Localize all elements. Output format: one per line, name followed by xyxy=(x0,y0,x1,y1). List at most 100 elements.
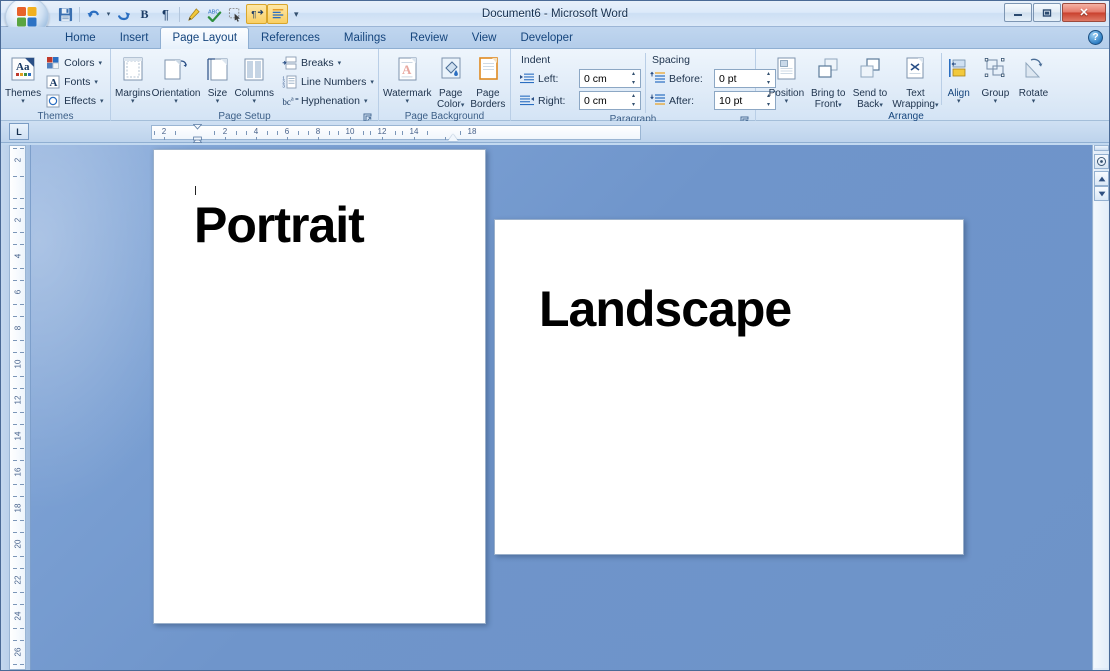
tab-references[interactable]: References xyxy=(249,27,332,48)
portrait-page[interactable]: Portrait xyxy=(153,149,486,624)
indent-left-stepper[interactable]: ▴ ▾ xyxy=(628,71,639,86)
watermark-icon: A xyxy=(391,55,423,87)
landscape-page-text[interactable]: Landscape xyxy=(539,280,791,338)
indent-column: Indent Left: xyxy=(515,53,645,113)
vertical-ruler[interactable]: 2 2 4 6 8 10 12 xyxy=(9,145,26,670)
themes-icon: Aa xyxy=(7,55,39,87)
chevron-down-icon: ▾ xyxy=(98,59,102,67)
line-numbers-button[interactable]: 1 2 3 Line Numbers ▾ xyxy=(279,73,377,91)
previous-page-button[interactable] xyxy=(1094,171,1109,186)
right-indent-marker[interactable] xyxy=(448,134,458,141)
tab-view[interactable]: View xyxy=(460,27,509,48)
spacing-after-label: After: xyxy=(669,95,711,107)
close-button[interactable]: ✕ xyxy=(1062,3,1106,22)
line-numbers-icon: 1 2 3 xyxy=(282,74,298,90)
ribbon-group-page-setup: Margins ▾ Orientation ▾ xyxy=(111,49,379,121)
spin-down-icon[interactable]: ▾ xyxy=(632,102,635,108)
portrait-page-text[interactable]: Portrait xyxy=(194,196,364,254)
indent-left-input[interactable]: 0 cm ▴ ▾ xyxy=(579,69,641,88)
chevron-down-icon: ▾ xyxy=(94,78,98,86)
horizontal-ruler[interactable]: 2 2 4 6 8 10 12 14 18 xyxy=(151,125,641,140)
bring-to-front-button[interactable]: Bring to Front▾ xyxy=(808,53,849,110)
themes-button[interactable]: Aa Themes ▾ xyxy=(5,53,41,105)
columns-button[interactable]: Columns ▾ xyxy=(235,53,274,105)
vruler-num-7: 14 xyxy=(13,432,22,441)
indent-right-stepper[interactable]: ▴ ▾ xyxy=(628,93,639,108)
document-canvas[interactable]: 2 2 4 6 8 10 12 xyxy=(1,145,1109,670)
first-line-indent-marker[interactable] xyxy=(193,124,202,143)
bring-to-front-label-2: Front▾ xyxy=(815,99,842,110)
vruler-num-13: 26 xyxy=(13,648,22,657)
bring-to-front-label-2-text: Front xyxy=(815,99,838,110)
page-color-label-1: Page xyxy=(439,88,462,99)
theme-colors-button[interactable]: Colors ▾ xyxy=(42,54,106,72)
hruler-num-2: 4 xyxy=(254,127,258,136)
align-button[interactable]: Align ▾ xyxy=(941,53,976,105)
text-wrapping-button[interactable]: Text Wrapping▾ xyxy=(891,53,939,110)
watermark-button[interactable]: A Watermark ▾ xyxy=(383,53,432,105)
tab-home[interactable]: Home xyxy=(53,27,108,48)
vertical-scrollbar[interactable] xyxy=(1092,145,1109,670)
ribbon-group-paragraph: Indent Left: xyxy=(511,49,756,121)
send-to-back-label-2: Back▾ xyxy=(857,99,883,110)
landscape-page[interactable]: Landscape xyxy=(494,219,964,555)
spacing-after-icon xyxy=(650,93,666,109)
effects-icon xyxy=(45,93,61,109)
orientation-button[interactable]: Orientation ▾ xyxy=(152,53,201,105)
position-button[interactable]: Position ▾ xyxy=(766,53,807,105)
tab-stop-selector[interactable]: L xyxy=(9,123,29,140)
minimize-button[interactable] xyxy=(1004,3,1032,22)
scrollbar-track[interactable] xyxy=(1094,201,1108,668)
rotate-button[interactable]: Rotate ▾ xyxy=(1015,53,1052,105)
svg-text:Aa: Aa xyxy=(16,61,30,73)
send-to-back-label-2-text: Back xyxy=(857,99,879,110)
horizontal-ruler-row: L 2 2 4 6 8 10 12 14 18 xyxy=(1,121,1109,143)
bring-to-front-icon xyxy=(812,55,844,87)
next-page-button[interactable] xyxy=(1094,186,1109,201)
tab-review[interactable]: Review xyxy=(398,27,460,48)
hruler-num-1: 2 xyxy=(223,127,227,136)
indent-right-label: Right: xyxy=(538,95,576,107)
indent-right-input[interactable]: 0 cm ▴ ▾ xyxy=(579,91,641,110)
margins-button[interactable]: Margins ▾ xyxy=(115,53,151,105)
tab-mailings[interactable]: Mailings xyxy=(332,27,398,48)
chevron-down-icon: ▾ xyxy=(785,99,789,105)
svg-text:A: A xyxy=(50,77,58,89)
help-icon[interactable]: ? xyxy=(1088,30,1103,45)
page-borders-label-1: Page xyxy=(476,88,499,99)
vruler-num-2: 4 xyxy=(13,254,22,258)
spin-down-icon[interactable]: ▾ xyxy=(632,80,635,86)
spin-up-icon[interactable]: ▴ xyxy=(632,71,635,77)
breaks-button[interactable]: Breaks ▾ xyxy=(279,54,377,72)
svg-text:A: A xyxy=(402,62,412,77)
restore-button[interactable] xyxy=(1033,3,1061,22)
indent-right-row: Right: 0 cm ▴ ▾ xyxy=(519,91,641,110)
select-browse-object-icon[interactable] xyxy=(1094,154,1109,169)
spin-up-icon[interactable]: ▴ xyxy=(632,93,635,99)
ribbon-group-arrange: Position ▾ Bring to Front▾ xyxy=(756,49,1056,121)
chevron-down-icon: ▾ xyxy=(957,99,961,105)
split-window-handle[interactable] xyxy=(1094,145,1109,151)
colors-icon xyxy=(45,55,61,71)
tab-developer[interactable]: Developer xyxy=(508,27,584,48)
theme-effects-button[interactable]: Effects ▾ xyxy=(42,92,106,110)
tab-page-layout[interactable]: Page Layout xyxy=(160,27,249,49)
vruler-num-6: 12 xyxy=(13,396,22,405)
vruler-num-9: 18 xyxy=(13,504,22,513)
theme-fonts-button[interactable]: A Fonts ▾ xyxy=(42,73,106,91)
group-icon xyxy=(979,55,1011,87)
align-icon xyxy=(943,55,975,87)
hruler-num-5: 10 xyxy=(346,127,355,136)
chevron-down-icon: ▾ xyxy=(1032,99,1036,105)
vruler-num-0: 2 xyxy=(13,158,22,162)
group-button[interactable]: Group ▾ xyxy=(977,53,1014,105)
size-button[interactable]: Size ▾ xyxy=(202,53,234,105)
page-color-button[interactable]: Page Color▾ xyxy=(433,53,469,110)
send-to-back-button[interactable]: Send to Back▾ xyxy=(850,53,891,110)
text-cursor xyxy=(195,186,196,195)
vruler-num-5: 10 xyxy=(13,360,22,369)
hyphenation-button[interactable]: bc a Hyphenation ▾ xyxy=(279,92,377,110)
breaks-label: Breaks xyxy=(301,57,334,69)
tab-insert[interactable]: Insert xyxy=(108,27,161,48)
page-borders-button[interactable]: Page Borders xyxy=(470,53,506,110)
